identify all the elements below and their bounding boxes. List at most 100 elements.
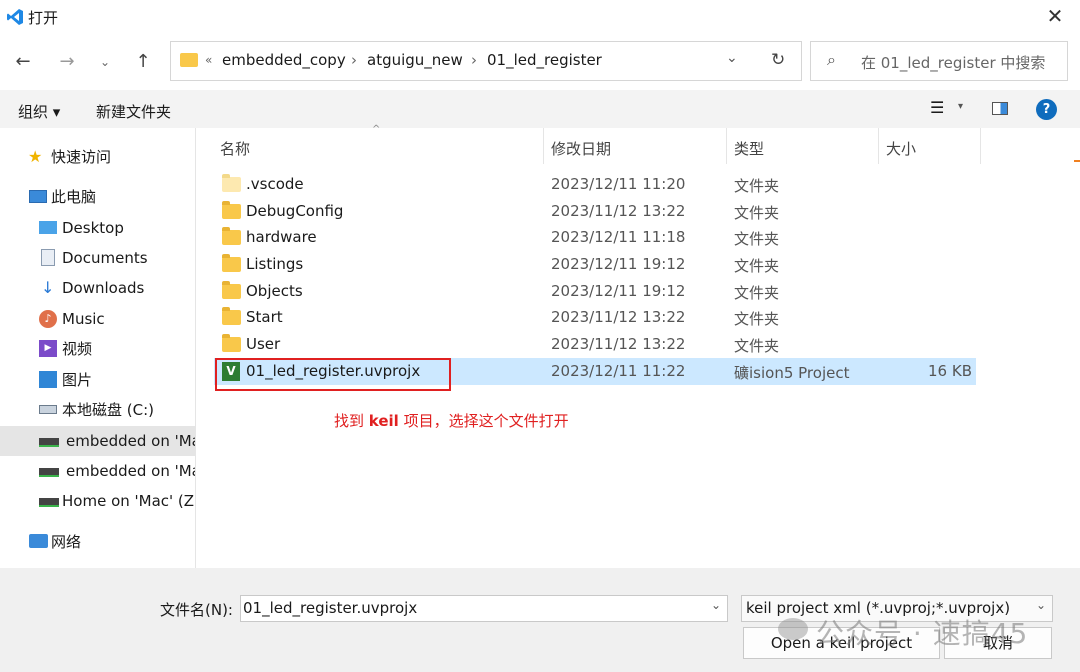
file-type: 文件夹: [734, 310, 780, 328]
new-folder-button[interactable]: 新建文件夹: [96, 101, 171, 122]
file-size: 16 KB: [928, 362, 972, 380]
network-drive-icon: [39, 438, 59, 447]
highlight-box: [215, 358, 451, 391]
refresh-icon[interactable]: ↻: [771, 50, 785, 70]
sidebar-item-label: 快速访问: [51, 148, 112, 166]
sidebar-item-embedded-1[interactable]: embedded on 'Ma: [0, 426, 195, 456]
sidebar-item-label: embedded on 'Ma: [66, 462, 195, 480]
file-name: User: [246, 335, 281, 353]
sidebar-item-music[interactable]: ♪ Music: [0, 304, 195, 334]
sidebar-item-label: Desktop: [62, 219, 124, 237]
file-type: 文件夹: [734, 337, 780, 355]
network-drive-icon: [39, 498, 59, 507]
file-name: Listings: [246, 255, 304, 273]
download-icon: ↓: [41, 278, 55, 297]
sidebar-item-desktop[interactable]: Desktop: [0, 213, 195, 243]
annotation-prefix: 找到: [334, 412, 369, 430]
file-row[interactable]: .vscode 2023/12/11 11:20 文件夹: [214, 171, 976, 198]
sidebar-item-documents[interactable]: Documents: [0, 243, 195, 273]
annotation-text: 找到 keil 项目，选择这个文件打开: [334, 410, 569, 431]
file-row[interactable]: User 2023/11/12 13:22 文件夹: [214, 331, 976, 358]
file-row[interactable]: hardware 2023/12/11 11:18 文件夹: [214, 224, 976, 251]
title-bar: 打开 ✕: [0, 0, 1080, 34]
sidebar-item-label: 视频: [62, 340, 93, 358]
file-name: hardware: [246, 228, 317, 246]
address-dropdown-icon[interactable]: ⌄: [726, 50, 738, 66]
column-header-size[interactable]: 大小: [886, 138, 916, 159]
column-header-modified[interactable]: 修改日期: [551, 138, 611, 159]
filename-input[interactable]: 01_led_register.uvprojx ⌄: [240, 595, 728, 622]
sidebar-item-network[interactable]: 网络: [0, 527, 195, 557]
file-modified: 2023/12/11 11:22: [551, 362, 686, 380]
up-button[interactable]: ↑: [130, 49, 156, 75]
folder-icon: [222, 227, 241, 245]
sidebar-item-label: embedded on 'Ma: [66, 432, 195, 450]
file-type: 文件夹: [734, 257, 780, 275]
chevron-down-icon[interactable]: ⌄: [711, 598, 721, 612]
star-icon: ★: [28, 147, 43, 166]
sidebar-item-label: 网络: [51, 533, 82, 551]
sidebar-item-quick-access[interactable]: ★ 快速访问: [0, 142, 195, 172]
arrow-up-icon: ↑: [135, 51, 151, 72]
breadcrumb-atguigu-new[interactable]: atguigu_new: [367, 51, 463, 69]
column-divider[interactable]: [980, 128, 981, 164]
address-bar[interactable]: « embedded_copy › atguigu_new › 01_led_r…: [170, 41, 802, 81]
column-divider[interactable]: [543, 128, 544, 164]
vscode-logo-icon: [7, 9, 23, 25]
file-row[interactable]: Objects 2023/12/11 19:12 文件夹: [214, 278, 976, 305]
overflow-indicator[interactable]: «: [205, 53, 212, 67]
arrow-left-icon: ←: [15, 51, 31, 72]
folder-icon: [180, 53, 198, 67]
file-type: 文件夹: [734, 284, 780, 302]
sidebar-item-home-mac[interactable]: Home on 'Mac' (Z:: [0, 486, 195, 516]
breadcrumb-01-led-register[interactable]: 01_led_register: [487, 51, 602, 69]
sidebar-item-videos[interactable]: ▶ 视频: [0, 334, 195, 364]
column-header-name[interactable]: 名称: [220, 138, 250, 159]
preview-pane-icon[interactable]: [992, 102, 1008, 115]
column-header-type[interactable]: 类型: [734, 138, 764, 159]
documents-icon: [41, 249, 55, 266]
help-icon[interactable]: ?: [1036, 99, 1057, 120]
search-box[interactable]: ⌕ 在 01_led_register 中搜索: [810, 41, 1068, 81]
file-name: DebugConfig: [246, 202, 344, 220]
annotation-bold: keil: [368, 412, 399, 430]
video-icon: ▶: [39, 340, 57, 357]
file-modified: 2023/12/11 11:18: [551, 228, 686, 246]
file-row[interactable]: Start 2023/11/12 13:22 文件夹: [214, 304, 976, 331]
sidebar-item-embedded-2[interactable]: embedded on 'Ma: [0, 456, 195, 486]
command-bar: 组织 ▾ 新建文件夹 ☰ ▾ ?: [0, 90, 1080, 128]
close-button[interactable]: ✕: [1040, 2, 1070, 30]
chevron-down-icon[interactable]: ⌄: [1036, 598, 1046, 612]
breadcrumb-separator: ›: [351, 51, 357, 69]
sidebar-item-label: Documents: [62, 249, 148, 267]
organize-menu[interactable]: 组织 ▾: [18, 101, 60, 122]
sidebar-item-pictures[interactable]: 图片: [0, 365, 195, 395]
column-divider[interactable]: [878, 128, 879, 164]
pictures-icon: [39, 371, 57, 388]
view-dropdown-icon[interactable]: ▾: [958, 101, 963, 112]
column-divider[interactable]: [726, 128, 727, 164]
edge-mark: [1074, 160, 1080, 162]
sidebar-item-downloads[interactable]: ↓ Downloads: [0, 273, 195, 303]
recent-locations-button[interactable]: ⌄: [92, 49, 118, 75]
file-row[interactable]: Listings 2023/12/11 19:12 文件夹: [214, 251, 976, 278]
sidebar-item-label: Downloads: [62, 279, 145, 297]
sidebar-item-local-disk[interactable]: 本地磁盘 (C:): [0, 395, 195, 425]
file-name: Start: [246, 308, 283, 326]
folder-icon: [222, 201, 241, 219]
file-row[interactable]: DebugConfig 2023/11/12 13:22 文件夹: [214, 198, 976, 225]
breadcrumb-embedded-copy[interactable]: embedded_copy: [222, 51, 346, 69]
drive-icon: [39, 405, 57, 414]
wechat-logo-icon: [778, 618, 808, 640]
file-modified: 2023/12/11 19:12: [551, 282, 686, 300]
forward-button[interactable]: →: [54, 49, 80, 75]
view-options-icon[interactable]: ☰: [930, 98, 944, 117]
watermark: 公众号 · 速搞45: [778, 612, 1028, 652]
window-title: 打开: [28, 9, 59, 27]
breadcrumb-separator: ›: [471, 51, 477, 69]
back-button[interactable]: ←: [10, 49, 36, 75]
sidebar-item-label: Home on 'Mac' (Z:: [62, 492, 195, 510]
sidebar-item-this-pc[interactable]: 此电脑: [0, 182, 195, 212]
file-type: 文件夹: [734, 230, 780, 248]
network-drive-icon: [39, 468, 59, 477]
